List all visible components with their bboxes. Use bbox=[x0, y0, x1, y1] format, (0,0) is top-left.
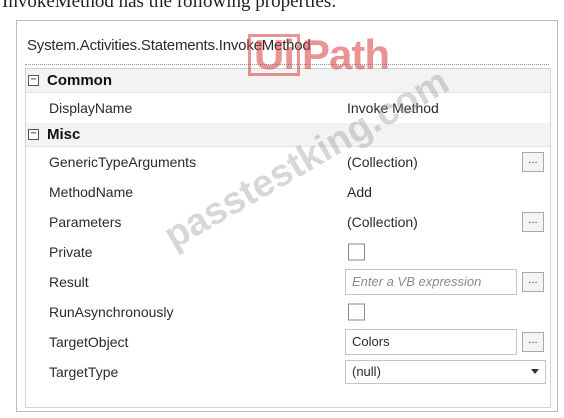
property-name: Private bbox=[49, 244, 93, 260]
property-row-result[interactable]: Result Enter a VB expression ... bbox=[26, 267, 550, 297]
category-label: Common bbox=[47, 72, 112, 89]
properties-panel: System.Activities.Statements.InvokeMetho… bbox=[16, 20, 558, 412]
category-common[interactable]: − Common bbox=[26, 69, 550, 93]
collapse-toggle-icon[interactable]: − bbox=[28, 75, 39, 86]
property-row-displayname[interactable]: DisplayName Invoke Method bbox=[26, 93, 550, 123]
property-name: Parameters bbox=[49, 214, 122, 230]
category-misc[interactable]: − Misc bbox=[26, 123, 550, 147]
ellipsis-button[interactable]: ... bbox=[522, 332, 544, 352]
property-row-targetobject[interactable]: TargetObject Colors ... bbox=[26, 327, 550, 357]
property-value[interactable]: Invoke Method bbox=[347, 100, 439, 116]
private-checkbox[interactable] bbox=[348, 243, 365, 261]
property-value: (Collection) bbox=[347, 154, 418, 170]
collapse-toggle-icon[interactable]: − bbox=[28, 129, 39, 140]
property-row-parameters[interactable]: Parameters (Collection) ... bbox=[26, 207, 550, 237]
panel-title: System.Activities.Statements.InvokeMetho… bbox=[27, 37, 311, 54]
ellipsis-button[interactable]: ... bbox=[522, 152, 544, 172]
property-name: TargetType bbox=[49, 364, 119, 380]
dropdown-value: (null) bbox=[352, 364, 381, 379]
property-row-generictypearguments[interactable]: GenericTypeArguments (Collection) ... bbox=[26, 147, 550, 177]
question-caption: InvokeMethod has the following propertie… bbox=[2, 0, 337, 11]
property-row-targettype[interactable]: TargetType (null) bbox=[26, 357, 550, 387]
ellipsis-button[interactable]: ... bbox=[522, 212, 544, 232]
result-expression-input[interactable]: Enter a VB expression bbox=[345, 269, 517, 295]
property-row-private[interactable]: Private bbox=[26, 237, 550, 267]
category-label: Misc bbox=[47, 126, 81, 143]
property-name: RunAsynchronously bbox=[49, 304, 174, 320]
property-value: (Collection) bbox=[347, 214, 418, 230]
property-row-methodname[interactable]: MethodName Add bbox=[26, 177, 550, 207]
property-name: TargetObject bbox=[49, 334, 129, 350]
property-name: GenericTypeArguments bbox=[49, 154, 197, 170]
property-row-runasynchronously[interactable]: RunAsynchronously bbox=[26, 297, 550, 327]
property-value[interactable]: Add bbox=[347, 184, 372, 200]
target-type-dropdown[interactable]: (null) bbox=[345, 360, 546, 384]
property-name: MethodName bbox=[49, 184, 134, 200]
property-grid: − Common DisplayName Invoke Method − Mis… bbox=[25, 68, 551, 408]
ellipsis-button[interactable]: ... bbox=[522, 272, 544, 292]
chevron-down-icon[interactable] bbox=[531, 369, 539, 374]
property-name: DisplayName bbox=[49, 100, 133, 116]
target-object-input[interactable]: Colors bbox=[345, 329, 517, 355]
run-asynchronously-checkbox[interactable] bbox=[348, 303, 365, 321]
property-name: Result bbox=[49, 274, 89, 290]
title-divider bbox=[25, 64, 549, 65]
